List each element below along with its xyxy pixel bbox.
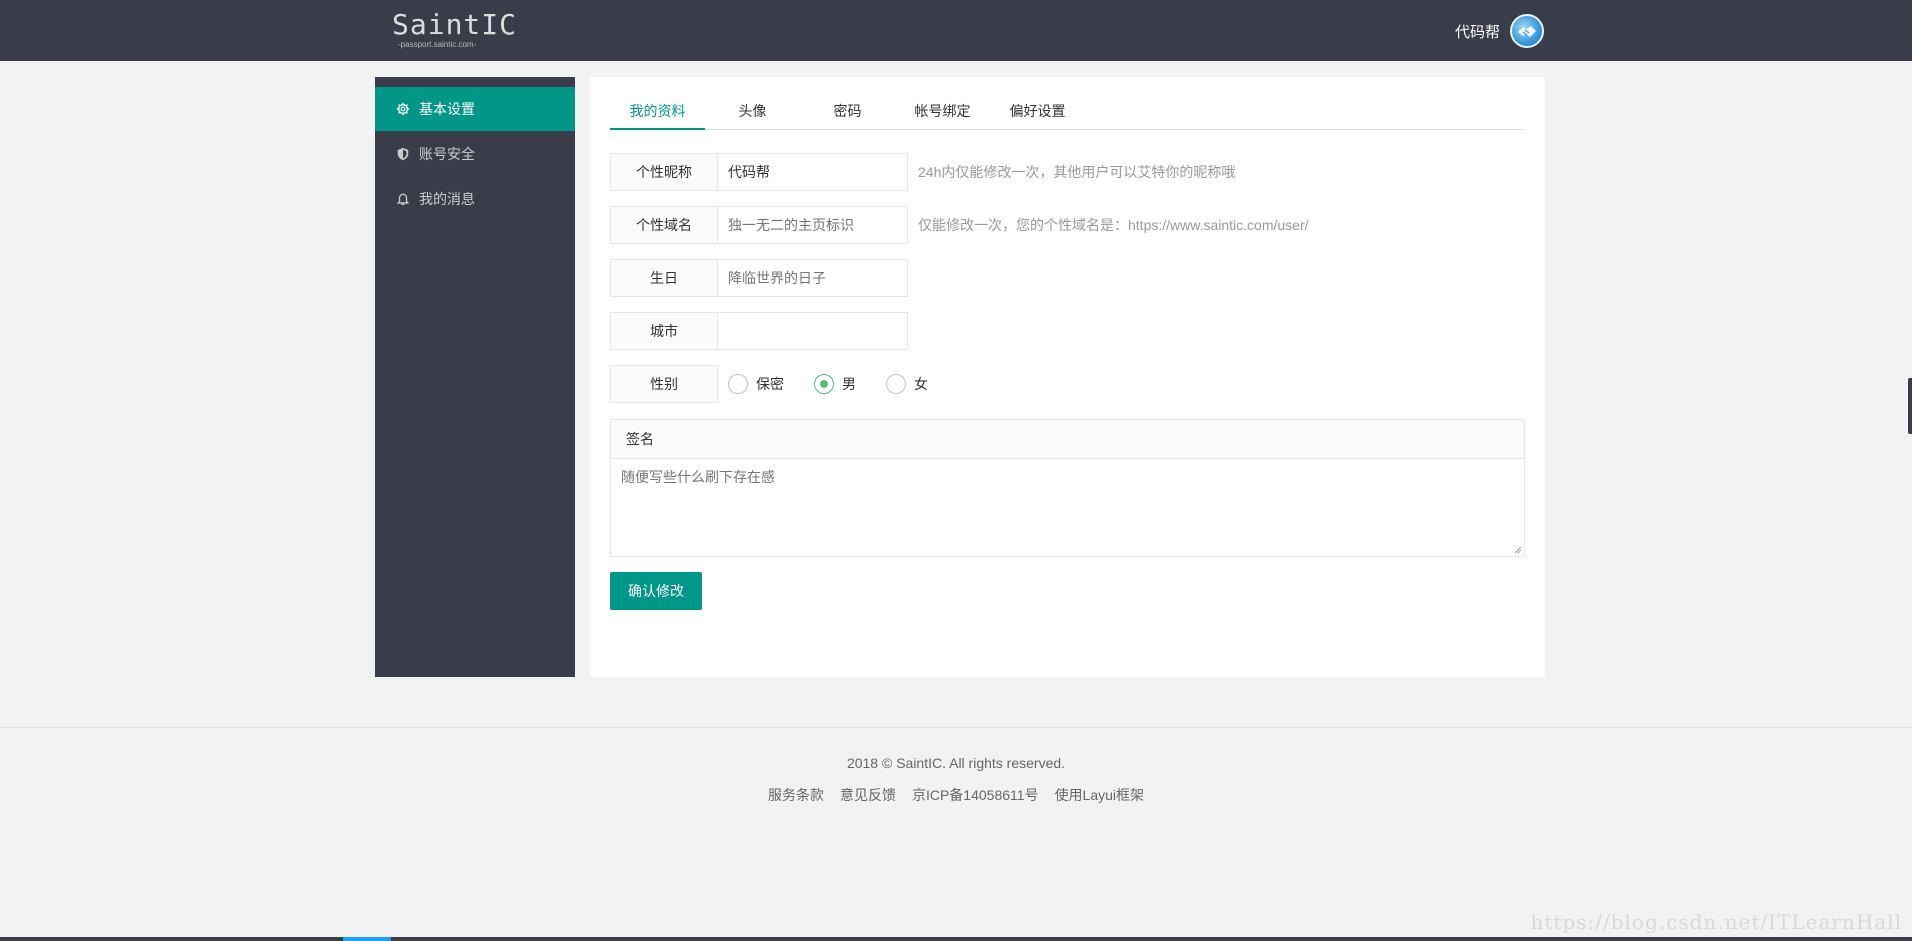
nickname-input[interactable]: 代码帮 [718, 153, 908, 191]
domain-tip: 仅能修改一次，您的个性域名是：https://www.saintic.com/u… [918, 217, 1309, 233]
city-input[interactable] [718, 312, 908, 350]
footer-divider [0, 727, 1912, 728]
nickname-label: 个性昵称 [610, 153, 718, 191]
signature-label: 签名 [611, 420, 1524, 459]
city-row: 城市 [610, 312, 908, 350]
footer-link-icp[interactable]: 京ICP备14058611号 [912, 785, 1039, 805]
logo-subtext: -passport.saintic.com- [398, 40, 477, 49]
signature-textarea[interactable]: 随便写些什么刷下存在感 [611, 459, 1524, 495]
birthday-label: 生日 [610, 259, 718, 297]
confirm-button[interactable]: 确认修改 [610, 572, 702, 610]
sidebar-item-my-messages[interactable]: 我的消息 [375, 177, 575, 221]
resize-grip-icon[interactable] [1514, 546, 1522, 554]
handshake-avatar-icon[interactable] [1510, 14, 1544, 48]
user-menu[interactable]: 代码帮 [1455, 14, 1544, 48]
bottom-bar [0, 937, 1912, 941]
tab-password[interactable]: 密码 [800, 93, 895, 129]
gender-radio-male[interactable]: 男 [814, 374, 856, 394]
gender-radio-secret[interactable]: 保密 [728, 374, 784, 394]
bottom-accent [343, 937, 391, 941]
tab-bar: 我的资料 头像 密码 帐号绑定 偏好设置 [610, 93, 1525, 130]
domain-label: 个性域名 [610, 206, 718, 244]
sidebar-item-label: 账号安全 [419, 146, 475, 162]
copyright-text: 2018 © SaintIC. All rights reserved. [846, 755, 1066, 771]
tab-my-profile[interactable]: 我的资料 [610, 93, 705, 130]
username[interactable]: 代码帮 [1455, 21, 1500, 42]
birthday-row: 生日 降临世界的日子 [610, 259, 908, 297]
radio-unchecked-icon [728, 374, 748, 394]
shield-icon [395, 146, 411, 162]
radio-label: 保密 [756, 376, 784, 392]
gender-radio-female[interactable]: 女 [886, 374, 928, 394]
watermark: https://blog.csdn.net/ITLearnHall [1530, 910, 1902, 934]
sidebar-nav: 基本设置 账号安全 我的消息 [375, 77, 575, 677]
footer-link-terms[interactable]: 服务条款 [768, 785, 824, 805]
footer-links: 服务条款 意见反馈 京ICP备14058611号 使用Layui框架 [0, 785, 1912, 805]
tab-preferences[interactable]: 偏好设置 [990, 93, 1085, 129]
footer-link-feedback[interactable]: 意见反馈 [840, 785, 896, 805]
gender-label: 性别 [610, 365, 718, 403]
tab-avatar[interactable]: 头像 [705, 93, 800, 129]
nickname-row: 个性昵称 代码帮 24h内仅能修改一次，其他用户可以艾特你的昵称哦 [610, 153, 1235, 191]
radio-checked-icon [814, 374, 834, 394]
sidebar-item-account-security[interactable]: 账号安全 [375, 132, 575, 176]
logo-text: SaintIC [392, 8, 518, 41]
top-header: SaintIC -passport.saintic.com- 代码帮 [0, 0, 1912, 61]
nickname-tip: 24h内仅能修改一次，其他用户可以艾特你的昵称哦 [918, 164, 1236, 180]
domain-row: 个性域名 独一无二的主页标识 仅能修改一次，您的个性域名是：https://ww… [610, 206, 1309, 244]
signature-box: 签名 随便写些什么刷下存在感 [610, 419, 1525, 557]
main-content: 我的资料 头像 密码 帐号绑定 偏好设置 个性昵称 代码帮 24h内仅能修改一次… [590, 77, 1545, 677]
radio-label: 女 [914, 376, 928, 392]
gender-row: 性别 保密 男 女 [610, 365, 958, 403]
sidebar-item-basic-settings[interactable]: 基本设置 [375, 87, 575, 131]
birthday-input[interactable]: 降临世界的日子 [718, 259, 908, 297]
domain-input[interactable]: 独一无二的主页标识 [718, 206, 908, 244]
bell-icon [395, 191, 411, 207]
sidebar-item-label: 基本设置 [419, 101, 475, 117]
radio-label: 男 [842, 376, 856, 392]
city-label: 城市 [610, 312, 718, 350]
tab-account-binding[interactable]: 帐号绑定 [895, 93, 990, 129]
gear-icon [395, 101, 411, 117]
radio-unchecked-icon [886, 374, 906, 394]
footer-link-layui[interactable]: 使用Layui框架 [1055, 785, 1144, 805]
gender-radio-group: 保密 男 女 [728, 374, 958, 394]
sidebar-item-label: 我的消息 [419, 191, 475, 207]
side-scroll-handle[interactable] [1908, 378, 1912, 434]
logo[interactable]: SaintIC -passport.saintic.com- [392, 8, 518, 50]
